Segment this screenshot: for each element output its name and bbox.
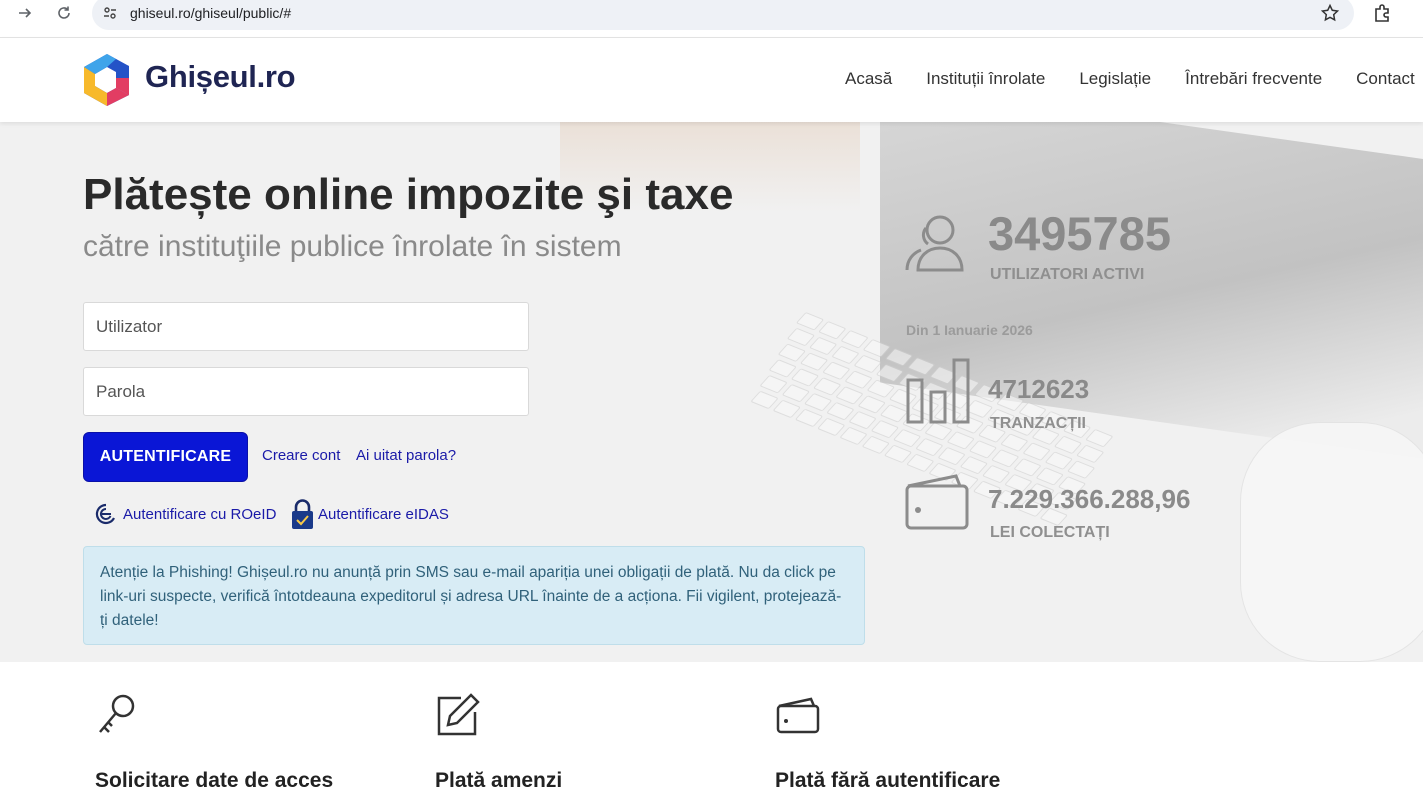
stats-since: Din 1 Ianuarie 2026 xyxy=(906,322,1033,338)
transactions-label: TRANZACȚII xyxy=(990,415,1086,432)
bar-chart-icon xyxy=(906,358,970,429)
password-input[interactable] xyxy=(83,367,529,416)
reload-icon[interactable] xyxy=(51,2,77,24)
create-account-link[interactable]: Creare cont xyxy=(262,447,340,464)
nav-legislation[interactable]: Legislație xyxy=(1079,69,1151,89)
roeid-icon xyxy=(95,503,115,525)
main-nav: Acasă Instituții înrolate Legislație Înt… xyxy=(845,69,1423,89)
forgot-password-link[interactable]: Ai uitat parola? xyxy=(356,447,456,464)
nav-contact[interactable]: Contact xyxy=(1356,69,1415,89)
edit-icon xyxy=(435,692,481,738)
bookmark-star-icon[interactable] xyxy=(1320,3,1340,23)
login-button[interactable]: AUTENTIFICARE xyxy=(83,432,248,482)
keyboard-key-decoration xyxy=(1085,428,1114,448)
site-settings-icon[interactable] xyxy=(102,5,118,21)
phishing-alert: Atenție la Phishing! Ghișeul.ro nu anunț… xyxy=(83,546,865,645)
feature-title[interactable]: Plată fără autentificare xyxy=(775,769,1000,793)
collected-label: LEI COLECTAȚI xyxy=(990,524,1110,541)
keyboard-key-decoration xyxy=(946,431,975,450)
feature-title[interactable]: Solicitare date de acces xyxy=(95,769,333,793)
users-icon xyxy=(904,210,970,281)
keyboard-key-decoration xyxy=(937,446,966,466)
address-bar[interactable]: ghiseul.ro/ghiseul/public/# xyxy=(92,0,1354,30)
roeid-login-link[interactable]: Autentificare cu ROeID xyxy=(92,502,276,526)
forward-icon[interactable] xyxy=(12,2,38,24)
background-mouse xyxy=(1240,422,1423,662)
eidas-label: Autentificare eIDAS xyxy=(318,505,449,523)
key-icon xyxy=(95,692,141,738)
ghiseul-logo[interactable] xyxy=(82,52,132,106)
eidas-lock-icon xyxy=(292,499,313,529)
users-label: UTILIZATORI ACTIVI xyxy=(990,266,1145,283)
nav-faq[interactable]: Întrebări frecvente xyxy=(1185,69,1322,89)
feature-title[interactable]: Plată amenzi xyxy=(435,769,562,793)
transactions-count: 4712623 xyxy=(988,374,1090,404)
hero-section: Plătește online impozite şi taxe către i… xyxy=(0,122,1423,662)
collected-amount: 7.229.366.288,96 xyxy=(988,484,1191,514)
keyboard-key-decoration xyxy=(1075,444,1105,464)
site-header: Ghișeul.ro Acasă Instituții înrolate Leg… xyxy=(0,38,1423,122)
features-row: Solicitare date de acces Plată amenzi Pl… xyxy=(83,662,1423,800)
url-text[interactable]: ghiseul.ro/ghiseul/public/# xyxy=(130,5,291,21)
eidas-login-link[interactable]: Autentificare eIDAS xyxy=(291,498,449,530)
wallet-icon xyxy=(775,692,821,738)
extensions-icon[interactable] xyxy=(1372,3,1394,23)
nav-home[interactable]: Acasă xyxy=(845,69,892,89)
roeid-label: Autentificare cu ROeID xyxy=(123,505,277,523)
wallet-stat-icon xyxy=(904,472,970,537)
browser-toolbar: ghiseul.ro/ghiseul/public/# xyxy=(0,0,1423,38)
nav-institutions[interactable]: Instituții înrolate xyxy=(926,69,1045,89)
users-count: 3495785 xyxy=(988,207,1171,260)
username-input[interactable] xyxy=(83,302,529,351)
page-title: Plătește online impozite şi taxe xyxy=(83,170,734,219)
keyboard-key-decoration xyxy=(1066,460,1096,479)
brand-name[interactable]: Ghișeul.ro xyxy=(145,59,296,95)
page-subtitle: către instituţiile publice înrolate în s… xyxy=(83,230,622,263)
